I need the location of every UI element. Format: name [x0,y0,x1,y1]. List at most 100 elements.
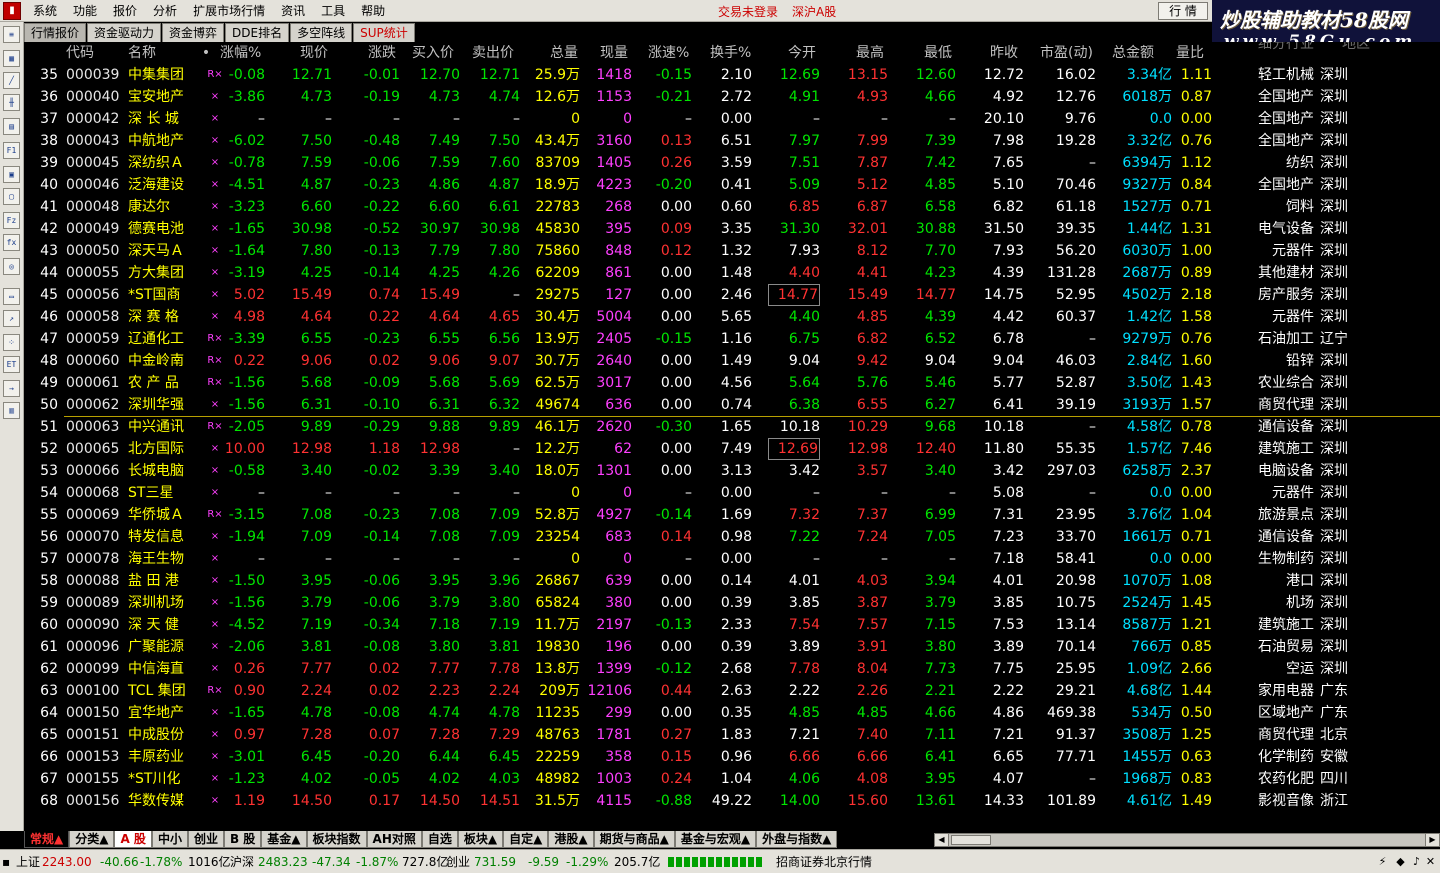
column-header-19[interactable]: 细分行业 [1258,42,1318,52]
stock-code[interactable]: 000040 [66,86,120,108]
stock-name[interactable]: 深纺织Ａ [128,152,200,174]
column-header-20[interactable]: 地区 [1342,42,1372,52]
column-header-8[interactable]: 总量 [550,42,590,64]
column-header-5[interactable]: 涨跌 [368,42,408,64]
table-row[interactable]: 53 000066 长城电脑 × -0.58 3.40 -0.02 3.39 3.40 18.0万… [24,460,1440,482]
stock-code[interactable]: 000061 [66,372,120,394]
table-row[interactable]: 56 000070 特发信息 × -1.94 7.09 -0.14 7.08 7.09 23254… [24,526,1440,548]
bottom-tab-6[interactable]: 基金▲ [261,831,307,848]
stock-code[interactable]: 000090 [66,614,120,636]
stock-name[interactable]: 中成股份 [128,724,200,746]
bottom-tab-2[interactable]: A 股 [114,831,152,848]
stock-code[interactable]: 000150 [66,702,120,724]
table-row[interactable]: 42 000049 德赛电池 × -1.65 30.98 -0.52 30.97 30.98 45… [24,218,1440,240]
table-row[interactable]: 38 000043 中航地产 × -6.02 7.50 -0.48 7.49 7.50 43.4万… [24,130,1440,152]
stock-name[interactable]: 深天马Ａ [128,240,200,262]
market-label[interactable]: 深沪A股 [792,3,836,20]
bottom-tab-8[interactable]: AH对照 [366,831,422,848]
stock-code[interactable]: 000043 [66,130,120,152]
stock-name[interactable]: 华数传媒 [128,790,200,812]
table-row[interactable]: 64 000150 宜华地产 × -1.65 4.78 -0.08 4.74 4.78 11235… [24,702,1440,724]
stock-code[interactable]: 000153 [66,746,120,768]
stock-name[interactable]: 中集集团 [128,64,200,86]
broker-name[interactable]: 招商证券北京行情 [776,854,872,870]
stock-name[interactable]: 深 长 城 [128,108,200,130]
table-row[interactable]: 39 000045 深纺织Ａ × -0.78 7.59 -0.06 7.59 7.60 83709… [24,152,1440,174]
printer-icon[interactable]: ▥ [3,402,20,419]
stock-name[interactable]: 华侨城Ａ [128,504,200,526]
stock-code[interactable]: 000088 [66,570,120,592]
stock-code[interactable]: 000155 [66,768,120,790]
quote-view-button[interactable]: 行 情 [1158,2,1208,20]
stock-code[interactable]: 000078 [66,548,120,570]
bottom-tab-14[interactable]: 基金与宏观▲ [674,831,757,848]
stock-name[interactable]: 方大集团 [128,262,200,284]
stock-name[interactable]: 特发信息 [128,526,200,548]
stock-name[interactable]: 深 天 健 [128,614,200,636]
stock-code[interactable]: 000048 [66,196,120,218]
table-row[interactable]: 37 000042 深 长 城 × – – – – –0 0–0.00– – –20.10 9.76 0.… [24,108,1440,130]
stock-code[interactable]: 000049 [66,218,120,240]
column-header-14[interactable]: 最低 [924,42,964,64]
column-header-10[interactable]: 涨速% [648,42,696,64]
document-icon[interactable]: ▢ [3,188,20,205]
cy-label[interactable]: 创业 [446,854,470,870]
arrow-right-icon[interactable]: → [3,380,20,397]
table-row[interactable]: 57 000078 海王生物 × – – – – –0 0–0.00– – –7.18 58.41 0.0… [24,548,1440,570]
table-row[interactable]: 47 000059 辽通化工 R× -3.39 6.55 -0.23 6.55 6.56 13.9… [24,328,1440,350]
stock-code[interactable]: 000055 [66,262,120,284]
table-row[interactable]: 43 000050 深天马Ａ × -1.64 7.80 -0.13 7.79 7.80 75860… [24,240,1440,262]
menu-item-5[interactable]: 资讯 [273,0,313,22]
stock-name[interactable]: 海王生物 [128,548,200,570]
column-header-0[interactable]: 代码 [66,42,106,64]
stock-name[interactable]: *ST川化 [128,768,200,790]
table-row[interactable]: 48 000060 中金岭南 R× 0.22 9.06 0.02 9.06 9.07 30.7万 2… [24,350,1440,372]
stock-name[interactable]: 泛海建设 [128,174,200,196]
top-tab-0[interactable]: 行情报价 [24,23,87,42]
table-icon[interactable]: ▦ [3,50,20,67]
bottom-tab-15[interactable]: 外盘与指数▲ [756,831,838,848]
table-row[interactable]: 45 000056 *ST国商 × 5.02 15.49 0.74 15.49–29275 12… [24,284,1440,306]
scroll-left-icon[interactable]: ◀ [935,834,949,846]
menu-item-6[interactable]: 工具 [313,0,353,22]
bottom-tab-7[interactable]: 板块指数 [306,831,367,848]
stock-name[interactable]: 宜华地产 [128,702,200,724]
stock-code[interactable]: 000045 [66,152,120,174]
stock-code[interactable]: 000065 [66,438,120,460]
bottom-tab-10[interactable]: 板块▲ [457,831,504,848]
column-header-3[interactable]: 涨幅% [220,42,268,64]
top-tab-1[interactable]: 资金驱动力 [87,23,162,42]
bottom-tab-11[interactable]: 自定▲ [503,831,549,848]
top-tab-2[interactable]: 资金博弈 [162,23,225,42]
table-row[interactable]: 60 000090 深 天 健 × -4.52 7.19 -0.34 7.18 7.19 11.7… [24,614,1440,636]
report-icon[interactable]: ▤ [3,118,20,135]
line-chart-icon[interactable]: ╱ [3,72,20,89]
column-header-4[interactable]: 现价 [300,42,340,64]
column-header-16[interactable]: 市盈(动) [1040,42,1100,64]
bottom-tab-13[interactable]: 期货与商品▲ [593,831,675,848]
stock-code[interactable]: 000070 [66,526,120,548]
column-header-9[interactable]: 现量 [600,42,640,64]
sound-icon[interactable]: ♪ [1410,855,1423,868]
news-icon[interactable]: ▣ [3,166,20,183]
bottom-tab-9[interactable]: 自选 [421,831,458,848]
stock-code[interactable]: 000099 [66,658,120,680]
stock-code[interactable]: 000060 [66,350,120,372]
quote-list-icon[interactable]: ≡ [3,26,20,43]
table-row[interactable]: 55 000069 华侨城Ａ R× -3.15 7.08 -0.23 7.08 7.09 52.8… [24,504,1440,526]
top-tab-3[interactable]: DDE排名 [225,23,290,42]
table-row[interactable]: 51 000063 中兴通讯 R× -2.05 9.89 -0.29 9.88 9.89 46.1… [24,416,1440,438]
trade-login-status[interactable]: 交易未登录 [718,3,778,20]
column-header-13[interactable]: 最高 [856,42,896,64]
table-row[interactable]: 46 000058 深 赛 格 × 4.98 4.64 0.22 4.64 4.65 30.4万 5… [24,306,1440,328]
stock-name[interactable]: 长城电脑 [128,460,200,482]
table-row[interactable]: 61 000096 广聚能源 × -2.06 3.81 -0.08 3.80 3.81 19830… [24,636,1440,658]
scroll-right-icon[interactable]: ▶ [1425,834,1439,846]
column-header-11[interactable]: 换手% [710,42,758,64]
stock-code[interactable]: 000063 [66,416,120,438]
top-tab-5[interactable]: SUP统计 [353,23,415,42]
bottom-tab-3[interactable]: 中小 [151,831,188,848]
stock-name[interactable]: 中金岭南 [128,350,200,372]
table-row[interactable]: 36 000040 宝安地产 × -3.86 4.73 -0.19 4.73 4.74 12.6万… [24,86,1440,108]
stock-code[interactable]: 000156 [66,790,120,812]
